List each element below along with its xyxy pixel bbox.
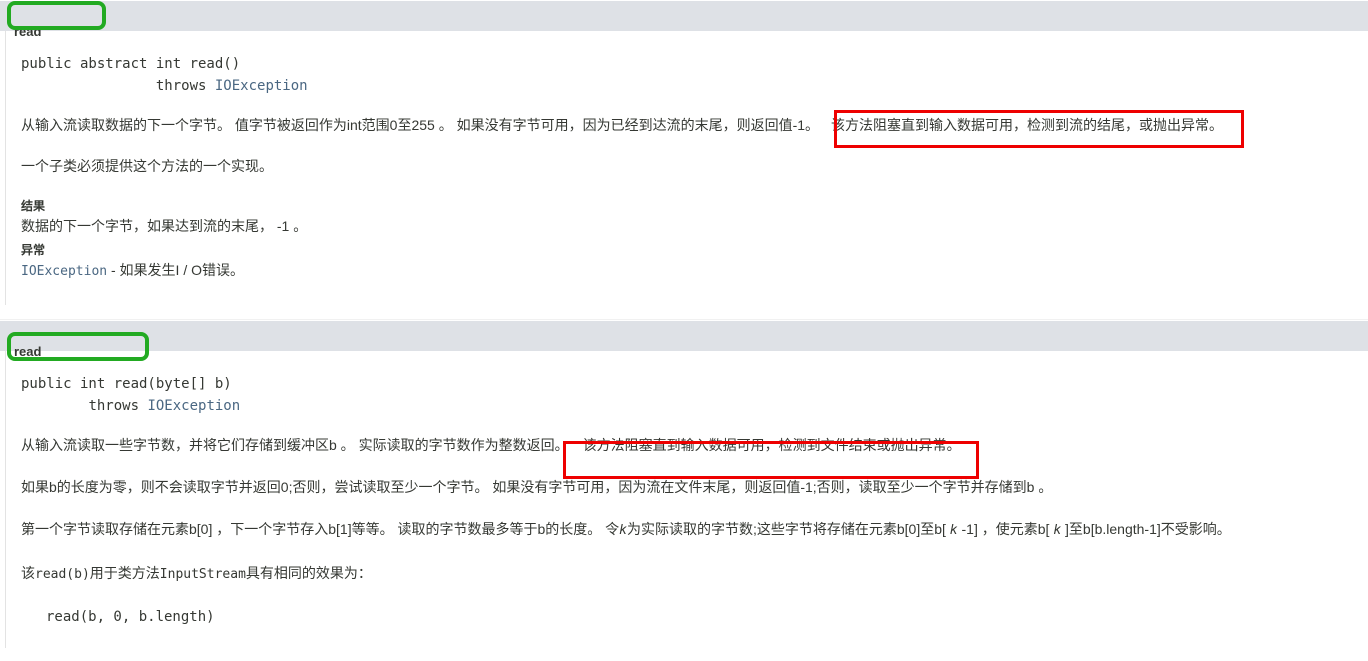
signature-throws-keyword-1: throws [155, 78, 215, 94]
highlighted-sentence-1: 该方法阻塞直到输入数据可用，检测到流的结尾，或抛出异常。 [831, 117, 1224, 133]
member-body-1: public abstract int read() throws IOExce… [5, 31, 1368, 305]
throws-block-1: 异常 IOException - 如果发生I / O错误。 [21, 241, 1354, 283]
member-header-bar-2: read [0, 320, 1368, 359]
variable-k-1: k [619, 523, 627, 538]
paragraph4-prefix: 该 [21, 565, 35, 581]
paragraph4-suffix: 具有相同的效果为： [245, 565, 372, 581]
member-body-2: public int read(byte[] b) throws IOExcep… [5, 351, 1368, 648]
variable-k-2: k [949, 523, 958, 538]
signature-throws-keyword-2: throws [88, 398, 148, 414]
result-value-1: 数据的下一个字节，如果达到流的末尾， -1 。 [21, 218, 308, 234]
signature-exception-link-2[interactable]: IOException [147, 398, 240, 414]
member-section-read-bytearray: read public int read(byte[] b) throws IO… [0, 320, 1368, 648]
signature-declaration-2: public int read(byte[] b) [21, 376, 232, 392]
method-signature-2: public int read(byte[] b) throws IOExcep… [21, 373, 1354, 417]
member-anchor-read-1[interactable]: read [14, 21, 41, 43]
member-body-inner-1: public abstract int read() throws IOExce… [6, 31, 1368, 305]
paragraph3-part2: 为实际读取的字节数;这些字节将存储在元素b[0]至b[ [626, 521, 950, 537]
member-header-inner-2: read [6, 321, 1368, 359]
result-block-1: 结果 数据的下一个字节，如果达到流的末尾， -1 。 [21, 197, 1354, 237]
throws-description-1: - 如果发生I / O错误。 [107, 262, 244, 278]
highlighted-sentence-2: 该方法阻塞直到输入数据可用，检测到文件结束或抛出异常。 [582, 437, 961, 453]
description-paragraph-2b: 如果b的长度为零，则不会读取字节并返回0;否则，尝试读取至少一个字节。 如果没有… [21, 479, 1053, 495]
member-section-read-noargs: read public abstract int read() throws I… [0, 0, 1368, 305]
signature-indent-1 [21, 78, 156, 94]
description-paragraph-1a: 从输入流读取数据的下一个字节。 值字节被返回作为int范围0至255 。 如果没… [21, 115, 1354, 135]
description-paragraph-2c: 第一个字节读取存储在元素b[0] ，下一个字节存入b[1]等等。 读取的字节数最… [21, 519, 1354, 541]
variable-k-3: k [1053, 523, 1062, 538]
description-paragraph-2a: 从输入流读取一些字节数，并将它们存储到缓冲区b 。 实际读取的字节数作为整数返回… [21, 435, 1354, 455]
signature-indent-2 [21, 398, 88, 414]
code-block-2: read(b, 0, b.length) [46, 609, 215, 625]
throws-exception-link-1[interactable]: IOException [21, 264, 107, 279]
description-paragraph-2d: 该read(b)用于类方法InputStream具有相同的效果为： [21, 563, 1354, 585]
section-gap [0, 305, 1368, 319]
paragraph3-part1: 第一个字节读取存储在元素b[0] ，下一个字节存入b[1]等等。 读取的字节数最… [21, 521, 620, 537]
throws-heading-1: 异常 [21, 243, 46, 257]
member-anchor-read-2[interactable]: read [14, 341, 41, 363]
description-text-2a: 从输入流读取一些字节数，并将它们存储到缓冲区b 。 实际读取的字节数作为整数返回… [21, 437, 569, 453]
paragraph4-mid: 用于类方法 [89, 565, 160, 581]
paragraph3-part4: ]至b[b.length-1]不受影响。 [1061, 521, 1231, 537]
member-body-inner-2: public int read(byte[] b) throws IOExcep… [6, 351, 1368, 648]
inline-code-inputstream: InputStream [159, 567, 246, 582]
signature-declaration-1: public abstract int read() [21, 56, 241, 72]
result-heading-1: 结果 [21, 199, 46, 213]
inline-code-read-b: read(b) [35, 567, 90, 582]
description-text-1a: 从输入流读取数据的下一个字节。 值字节被返回作为int范围0至255 。 如果没… [21, 117, 820, 133]
signature-exception-link-1[interactable]: IOException [215, 78, 308, 94]
member-header-bar-1: read [0, 0, 1368, 39]
member-header-inner-1: read [6, 1, 1368, 39]
throws-value-1: IOException - 如果发生I / O错误。 [21, 259, 1354, 283]
method-signature-1: public abstract int read() throws IOExce… [21, 53, 1354, 97]
description-paragraph-1b: 一个子类必须提供这个方法的一个实现。 [21, 158, 273, 174]
javadoc-page: read public abstract int read() throws I… [0, 0, 1368, 661]
paragraph3-part3: -1] ，使元素b[ [957, 521, 1054, 537]
